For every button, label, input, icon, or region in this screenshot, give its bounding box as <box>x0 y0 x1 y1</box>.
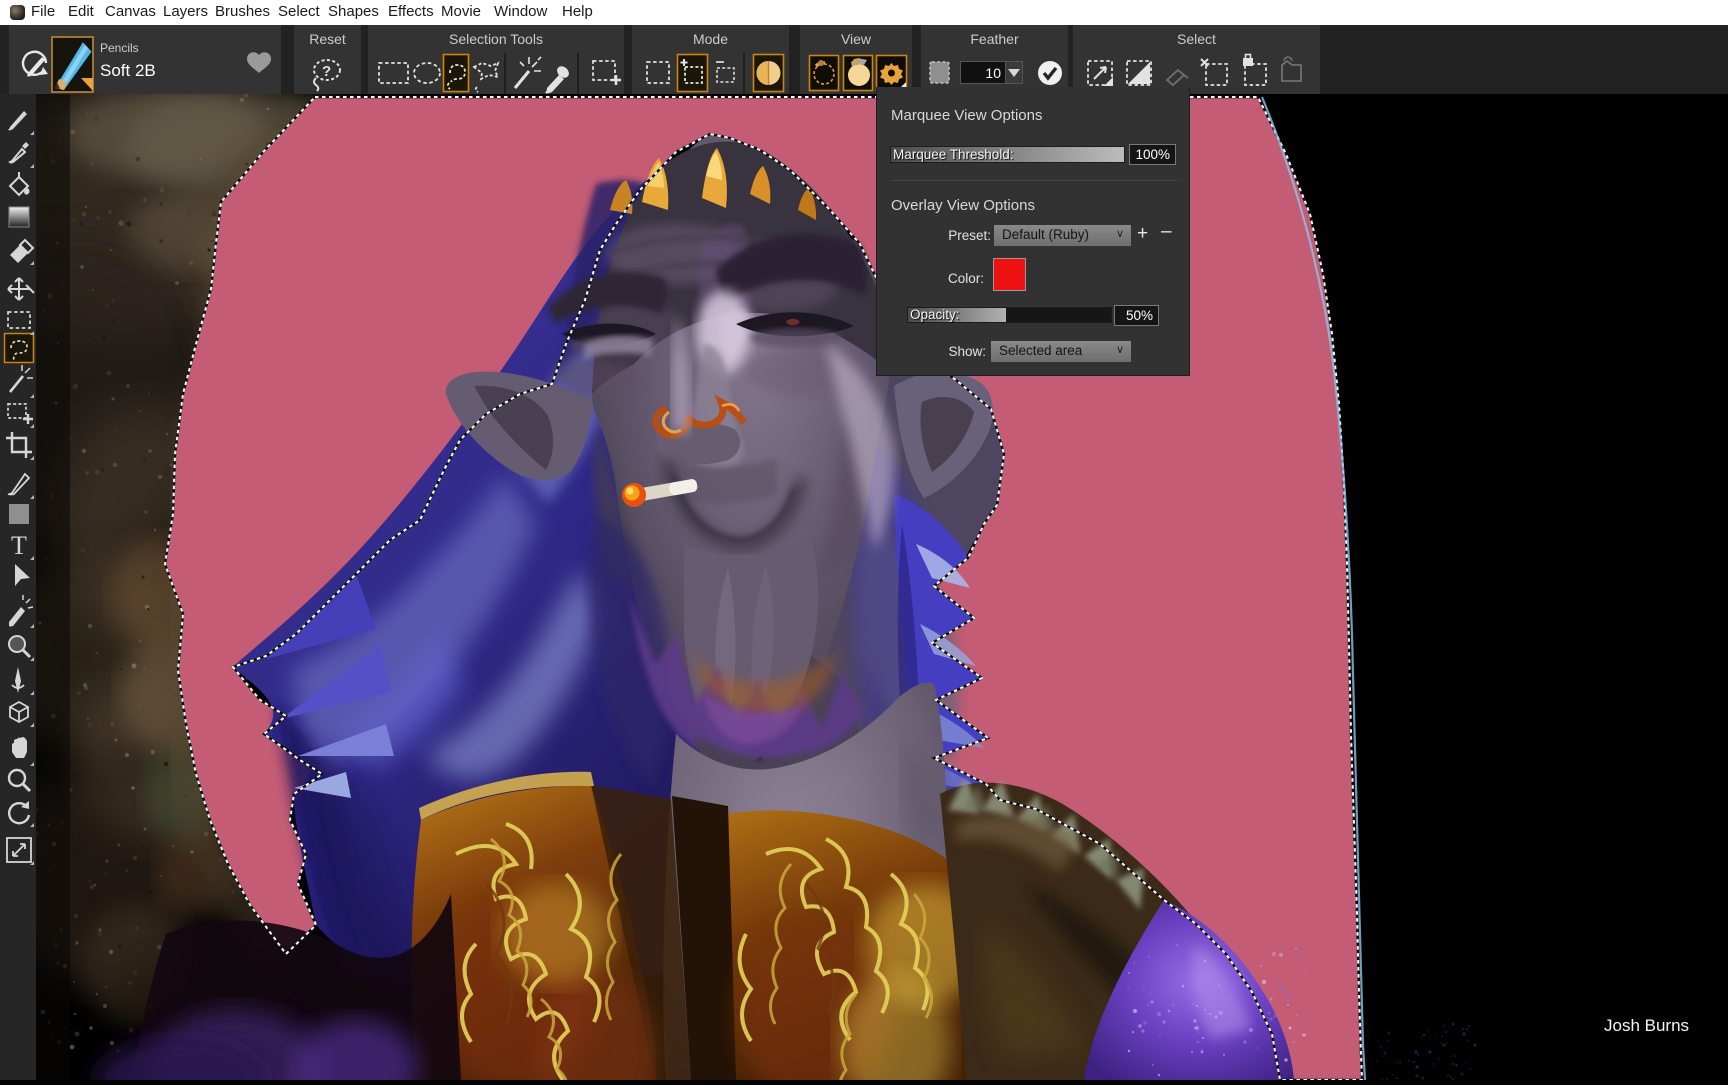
svg-text:T: T <box>11 531 27 560</box>
svg-text:?: ? <box>322 63 331 80</box>
svg-text:10: 10 <box>985 65 1001 81</box>
